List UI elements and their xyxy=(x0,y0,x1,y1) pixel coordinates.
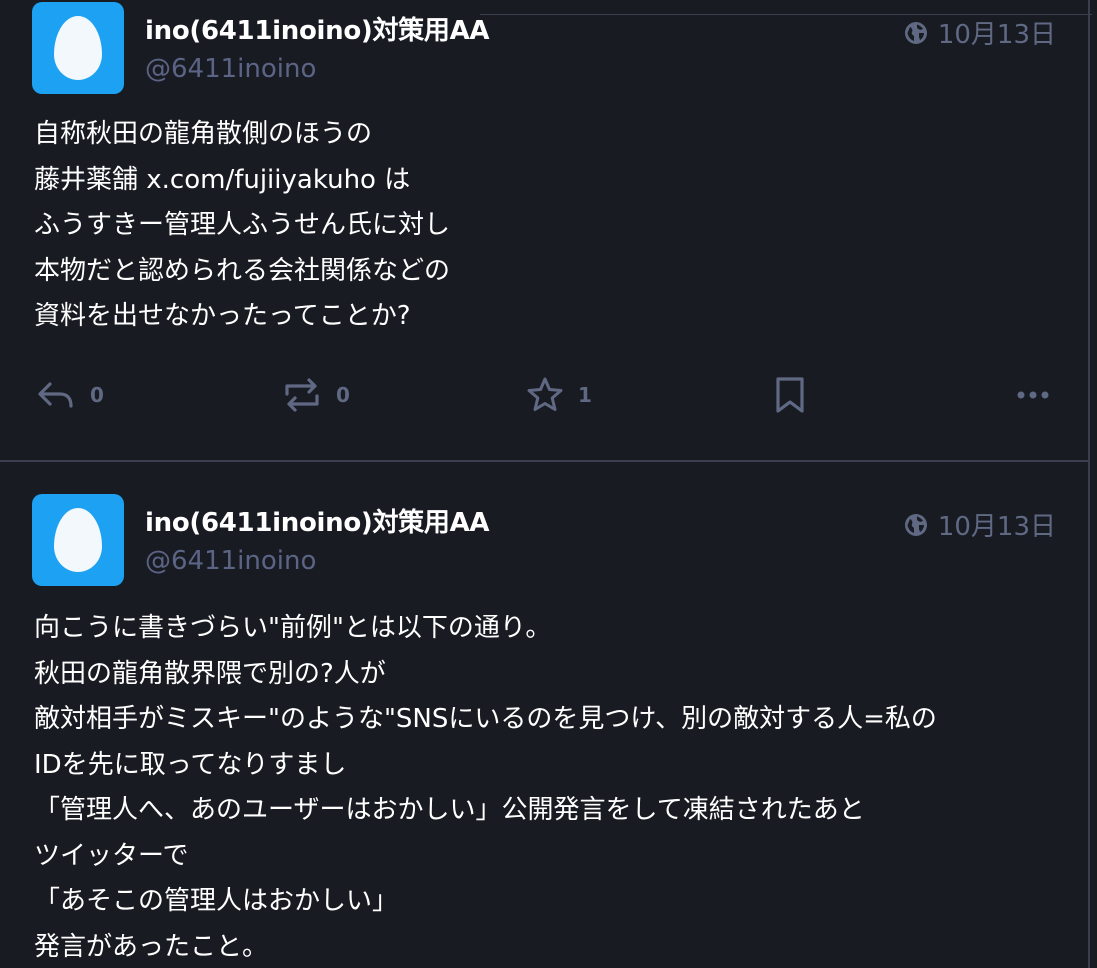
status-post[interactable]: ino(6411inoino)対策用AA @6411inoino 10月13日 … xyxy=(0,0,1090,462)
content-line: 資料を出せなかったってことか? xyxy=(34,301,411,331)
avatar[interactable] xyxy=(32,2,124,94)
content-line: 向こうに書きづらい"前例"とは以下の通り。 xyxy=(34,613,552,643)
ellipsis-icon xyxy=(1017,391,1049,399)
content-line: 敵対相手がミスキー"のような"SNSにいるのを見つけ、別の敵対する人=私の xyxy=(34,704,937,734)
status-action-bar: 0 0 1 xyxy=(0,370,1090,420)
status-meta[interactable]: 10月13日 xyxy=(904,14,1056,51)
more-options-button[interactable] xyxy=(1014,370,1054,420)
status-date[interactable]: 10月13日 xyxy=(938,506,1056,543)
status-content: 自称秋田の龍角散側のほうの 藤井薬舗 x.com/fujiiyakuho は ふ… xyxy=(34,112,1070,340)
status-content: 向こうに書きづらい"前例"とは以下の通り。 秋田の龍角散界隈で別の?人が 敵対相… xyxy=(34,606,1070,968)
content-line: ツイッターで xyxy=(34,840,189,871)
status-post[interactable]: ino(6411inoino)対策用AA @6411inoino 10月13日 … xyxy=(0,464,1090,968)
bookmark-icon xyxy=(776,377,804,413)
display-name[interactable]: ino(6411inoino)対策用AA xyxy=(145,502,490,539)
account-handle[interactable]: @6411inoino xyxy=(145,546,316,576)
boost-button[interactable]: 0 xyxy=(282,370,350,420)
content-line: IDを先に取ってなりすまし xyxy=(34,749,347,780)
content-line: 本物だと認められる会社関係などの xyxy=(34,255,451,286)
reply-icon xyxy=(38,382,73,408)
timeline-feed: ino(6411inoino)対策用AA @6411inoino 10月13日 … xyxy=(0,0,1092,968)
favourite-button[interactable]: 1 xyxy=(526,370,592,420)
content-line: 藤井薬舗 x.com/fujiiyakuho は xyxy=(34,158,1070,204)
favourite-count: 1 xyxy=(578,383,592,407)
bookmark-button[interactable] xyxy=(774,370,806,420)
display-name[interactable]: ino(6411inoino)対策用AA xyxy=(145,10,490,47)
reply-count: 0 xyxy=(90,383,104,407)
boost-count: 0 xyxy=(336,383,350,407)
default-egg-avatar-icon xyxy=(54,16,102,80)
globe-icon xyxy=(904,513,927,536)
content-line: 「管理人へ、あのユーザーはおかしい」公開発言をして凍結されたあと xyxy=(34,795,865,825)
globe-icon xyxy=(904,21,927,44)
status-meta[interactable]: 10月13日 xyxy=(904,506,1056,543)
star-icon xyxy=(527,377,563,411)
content-line: 秋田の龍角散界隈で別の?人が xyxy=(34,658,386,689)
status-date[interactable]: 10月13日 xyxy=(938,14,1056,51)
reply-button[interactable]: 0 xyxy=(36,370,104,420)
content-line-text: 藤井薬舗 x.com/fujiiyakuho は xyxy=(34,164,411,195)
avatar[interactable] xyxy=(32,494,124,586)
content-line: 発言があったこと。 xyxy=(34,931,269,962)
content-line: 「あそこの管理人はおかしい」 xyxy=(34,886,399,916)
default-egg-avatar-icon xyxy=(54,508,102,572)
boost-icon xyxy=(285,378,319,412)
content-line: 自称秋田の龍角散側のほうの xyxy=(34,119,373,149)
content-line: ふうすきー管理人ふうせん氏に対し xyxy=(34,210,451,240)
account-handle[interactable]: @6411inoino xyxy=(145,54,316,84)
